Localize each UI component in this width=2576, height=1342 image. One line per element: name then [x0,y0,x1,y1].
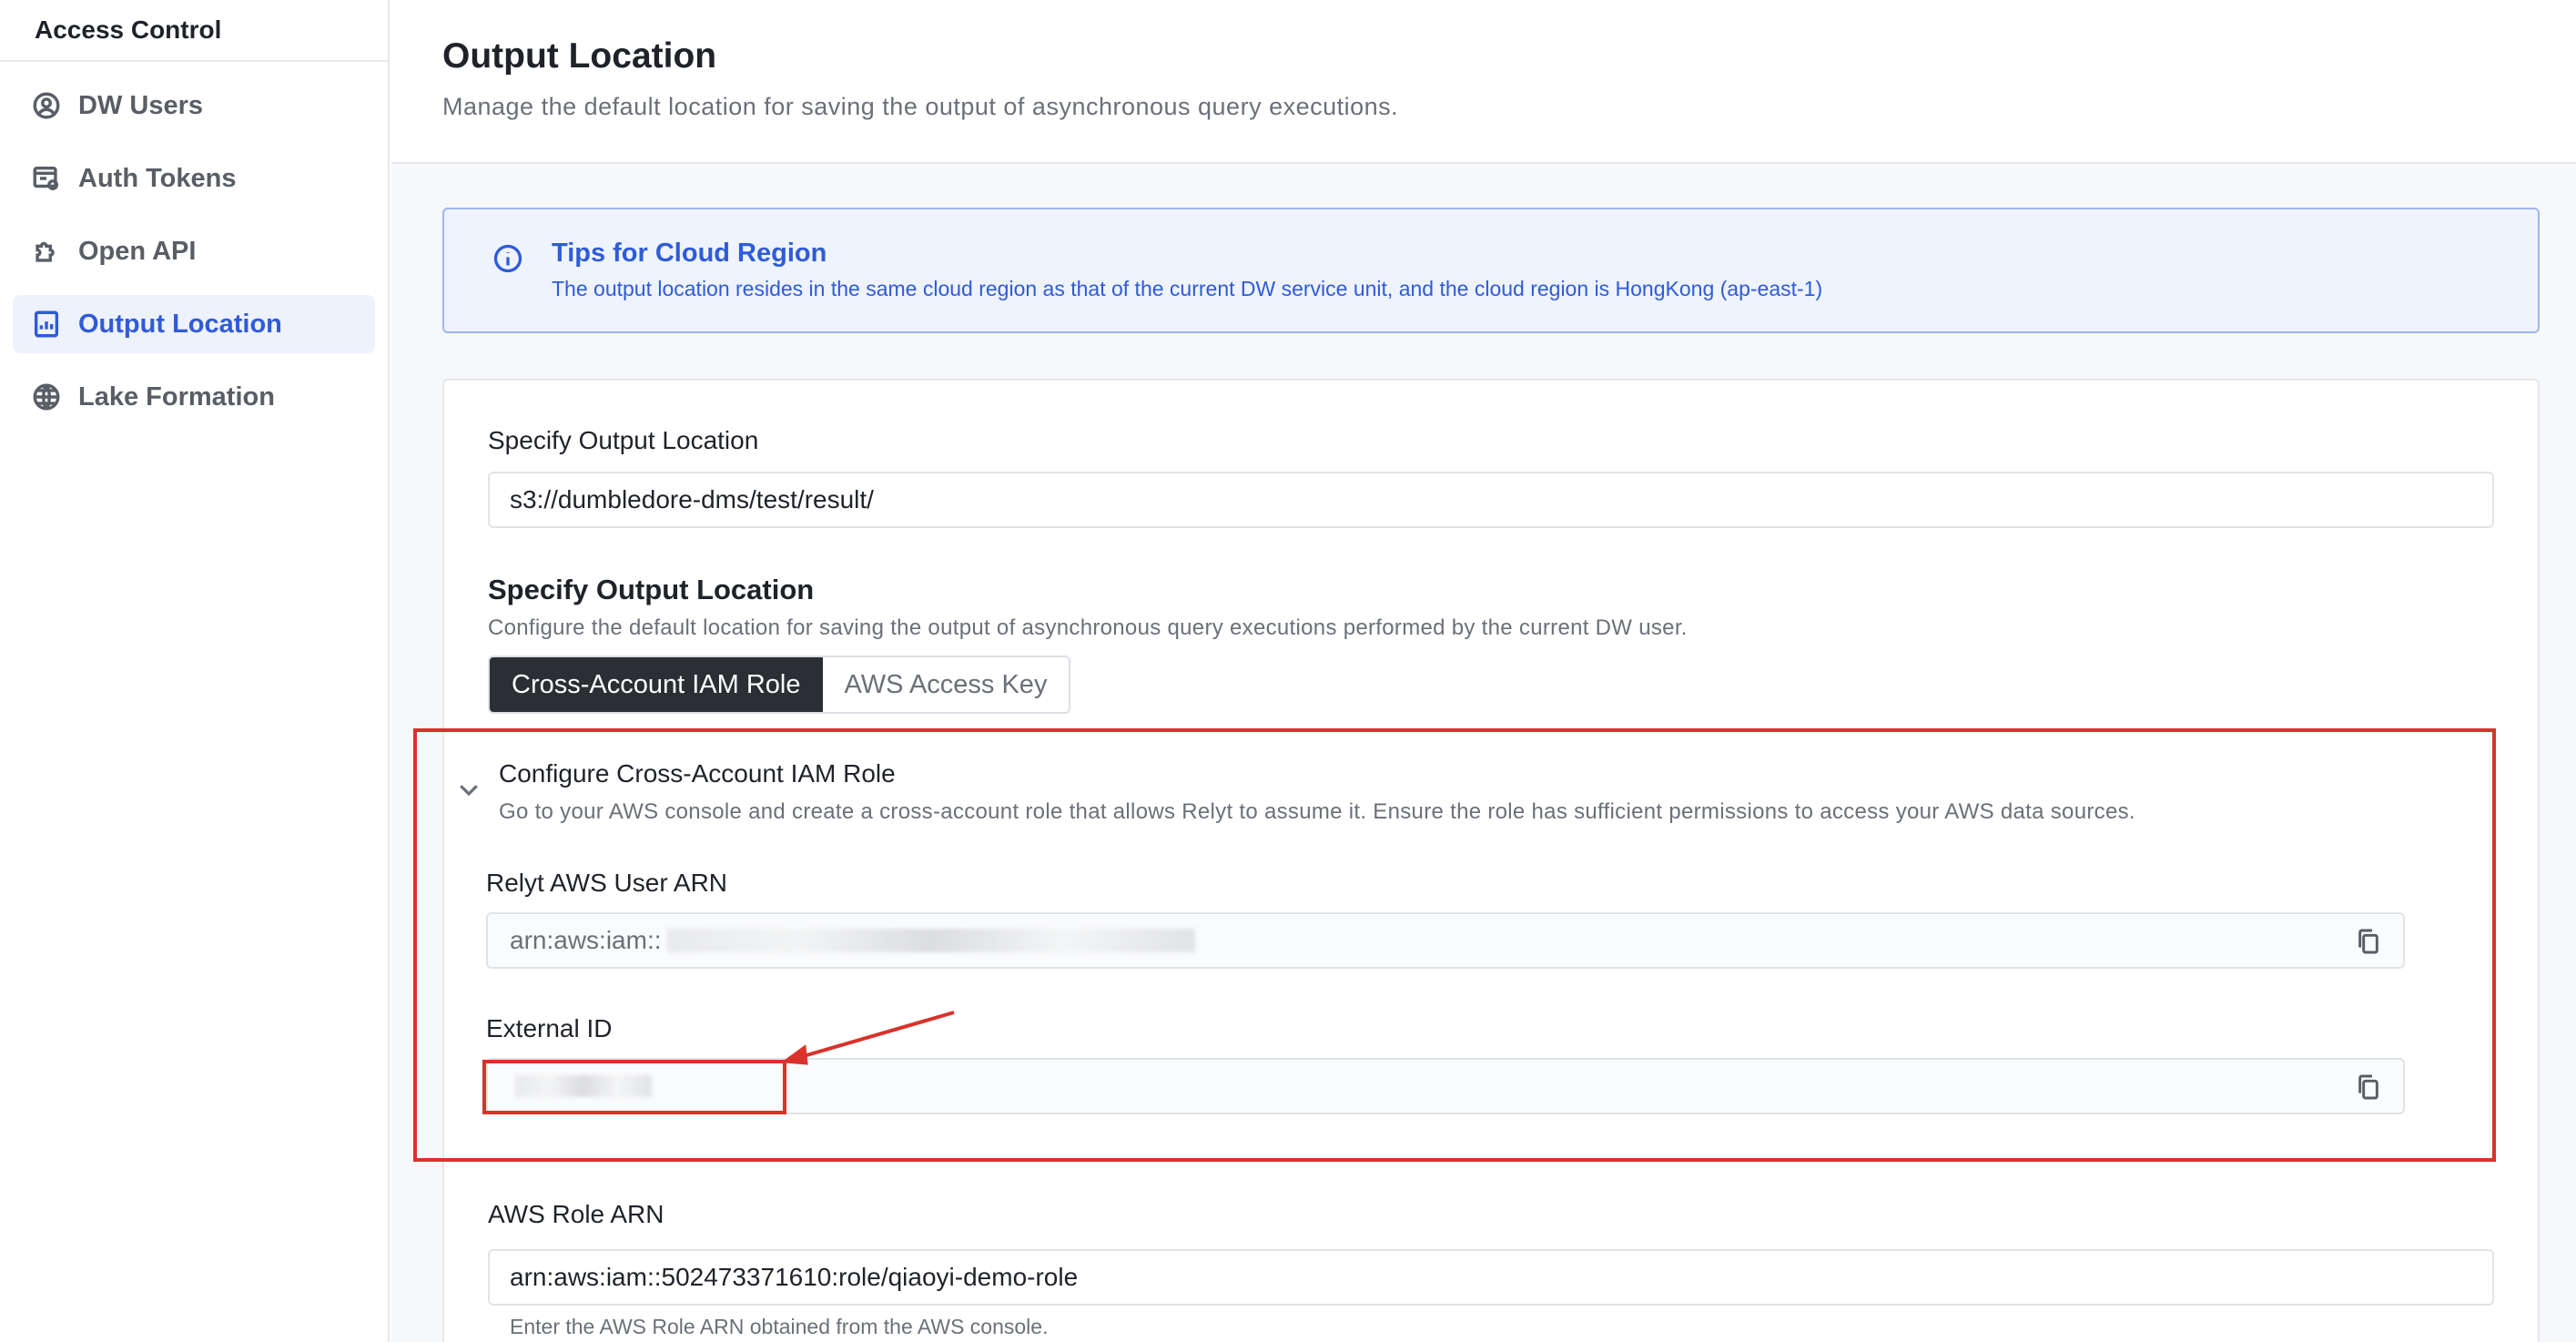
role-arn-input[interactable]: arn:aws:iam::502473371610:role/qiaoyi-de… [488,1249,2494,1306]
copy-icon[interactable] [2354,927,2383,956]
sidebar-item-label: Auth Tokens [78,163,237,193]
globe-icon [31,381,62,412]
user-arn-field[interactable]: arn:aws:iam:: [486,912,2405,969]
sidebar-item-auth-tokens[interactable]: Auth Tokens [13,149,375,208]
main-content: Output Location Manage the default locat… [391,0,2576,1342]
puzzle-icon [31,236,62,267]
sidebar-item-open-api[interactable]: Open API [13,222,375,280]
tips-text: The output location resides in the same … [552,277,1823,300]
chevron-down-icon[interactable] [455,776,482,803]
role-arn-label: AWS Role ARN [488,1200,664,1228]
report-icon [31,309,62,340]
user-arn-prefix: arn:aws:iam:: [510,926,662,954]
redacted-value [666,929,1195,952]
tab-aws-access-key[interactable]: AWS Access Key [822,657,1070,712]
sidebar-item-output-location[interactable]: Output Location [13,295,375,353]
role-arn-hint: Enter the AWS Role ARN obtained from the… [510,1315,1049,1338]
sidebar-nav: DW Users Auth Tokens Open API Output Loc… [0,62,388,455]
user-circle-icon [31,90,62,121]
tab-cross-account-iam-role[interactable]: Cross-Account IAM Role [490,657,823,712]
page-header: Output Location Manage the default locat… [391,0,2576,164]
sidebar-item-label: Open API [78,236,197,266]
sidebar: Access Control DW Users Auth Tokens Open… [0,0,390,1342]
output-location-input[interactable]: s3://dumbledore-dms/test/result/ [488,472,2494,528]
external-id-highlight [482,1060,786,1114]
cross-account-description: Go to your AWS console and create a cros… [499,799,2135,824]
cloud-region-tips: Tips for Cloud Region The output locatio… [442,208,2540,333]
copy-icon[interactable] [2354,1073,2383,1102]
tips-title: Tips for Cloud Region [552,239,827,268]
page-title: Output Location [442,36,717,76]
page-subtitle: Manage the default location for saving t… [442,93,1399,120]
cross-account-title: Configure Cross-Account IAM Role [499,759,896,788]
user-arn-label: Relyt AWS User ARN [486,869,728,897]
highlight-box: Configure Cross-Account IAM Role Go to y… [413,728,2496,1162]
sidebar-header: Access Control [0,0,388,62]
token-icon [31,163,62,194]
external-id-label: External ID [486,1014,613,1042]
info-icon [492,242,524,275]
section-title: Specify Output Location [488,574,815,605]
auth-method-tabs: Cross-Account IAM Role AWS Access Key [488,656,1071,714]
sidebar-item-dw-users[interactable]: DW Users [13,76,375,135]
sidebar-item-label: Output Location [78,309,282,339]
sidebar-item-lake-formation[interactable]: Lake Formation [13,368,375,426]
sidebar-item-label: DW Users [78,90,203,120]
sidebar-item-label: Lake Formation [78,381,275,412]
section-description: Configure the default location for savin… [488,615,1688,640]
output-location-label: Specify Output Location [488,426,759,454]
output-location-card: Specify Output Location s3://dumbledore-… [413,379,2540,1342]
app-root: Access Control DW Users Auth Tokens Open… [0,0,2576,1342]
